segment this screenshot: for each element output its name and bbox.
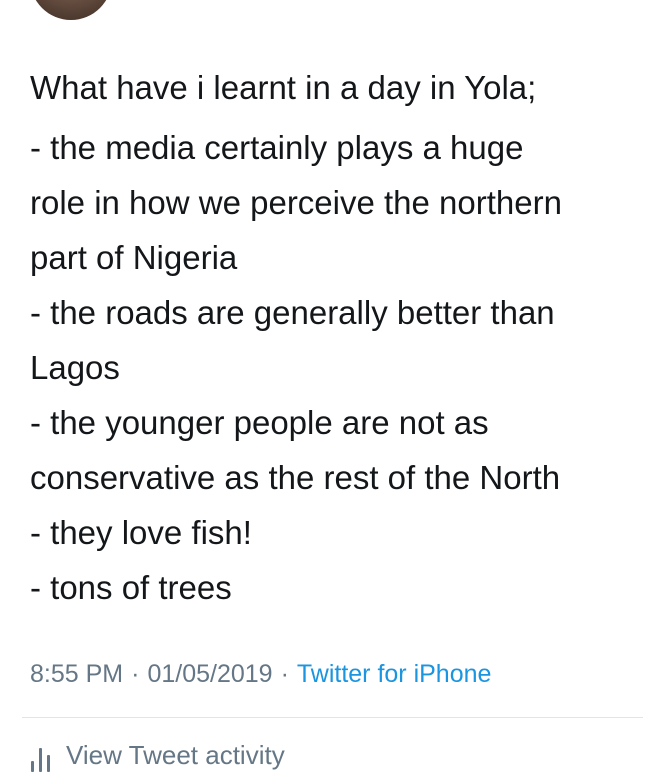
tweet-line: - the roads are generally better than	[30, 294, 555, 331]
tweet-text: What have i learnt in a day in Yola; - t…	[30, 60, 642, 615]
divider	[22, 717, 643, 718]
tweet-time[interactable]: 8:55 PM	[30, 660, 123, 688]
meta-separator: ·	[280, 660, 289, 688]
avatar[interactable]	[30, 0, 112, 20]
tweet-line: Lagos	[30, 349, 120, 386]
meta-separator: ·	[131, 660, 140, 688]
tweet-date[interactable]: 01/05/2019	[147, 660, 272, 688]
tweet-line: role in how we perceive the northern	[30, 184, 562, 221]
tweet-line: - the younger people are not as	[30, 404, 489, 441]
tweet-meta: 8:55 PM · 01/05/2019 · Twitter for iPhone	[30, 656, 491, 692]
tweet-line: What have i learnt in a day in Yola;	[30, 69, 537, 106]
tweet-line: - they love fish!	[30, 514, 252, 551]
view-tweet-activity-label: View Tweet activity	[66, 740, 285, 770]
tweet-line: - tons of trees	[30, 569, 232, 606]
view-tweet-activity-button[interactable]: View Tweet activity	[30, 738, 285, 778]
tweet-source-link[interactable]: Twitter for iPhone	[297, 660, 492, 688]
tweet-line: - the media certainly plays a huge	[30, 129, 524, 166]
tweet-line: part of Nigeria	[30, 239, 238, 276]
tweet-line: conservative as the rest of the North	[30, 459, 561, 496]
